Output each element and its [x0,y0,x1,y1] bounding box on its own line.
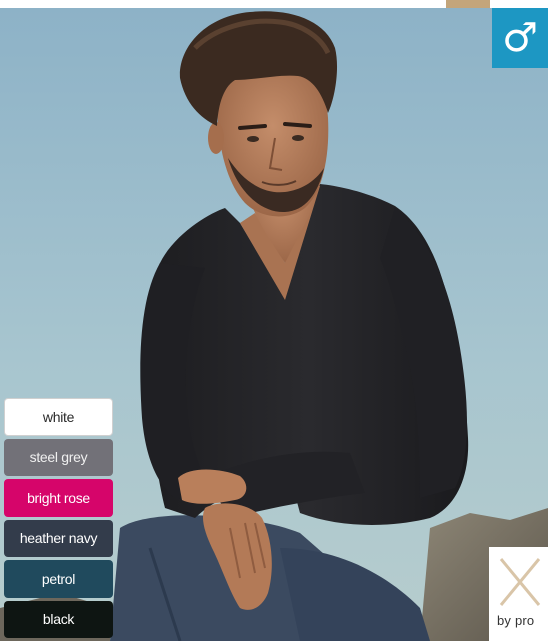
brand-tagline: by pro [497,613,535,628]
brand-mark-icon [499,558,541,606]
color-swatch-bright-rose[interactable]: bright rose [4,479,113,517]
brand-logo: by pro [489,547,548,641]
product-page: ♂ white steel grey bright rose heather n… [0,0,548,641]
color-swatch-white[interactable]: white [4,398,113,436]
color-swatch-list: white steel grey bright rose heather nav… [4,398,113,638]
color-swatch-petrol[interactable]: petrol [4,560,113,598]
gender-symbol: ♂ [502,15,538,61]
color-swatch-steel-grey[interactable]: steel grey [4,438,113,476]
color-swatch-black[interactable]: black [4,600,113,638]
male-symbol-icon: ♂ [446,0,548,68]
color-swatch-heather-navy[interactable]: heather navy [4,519,113,557]
